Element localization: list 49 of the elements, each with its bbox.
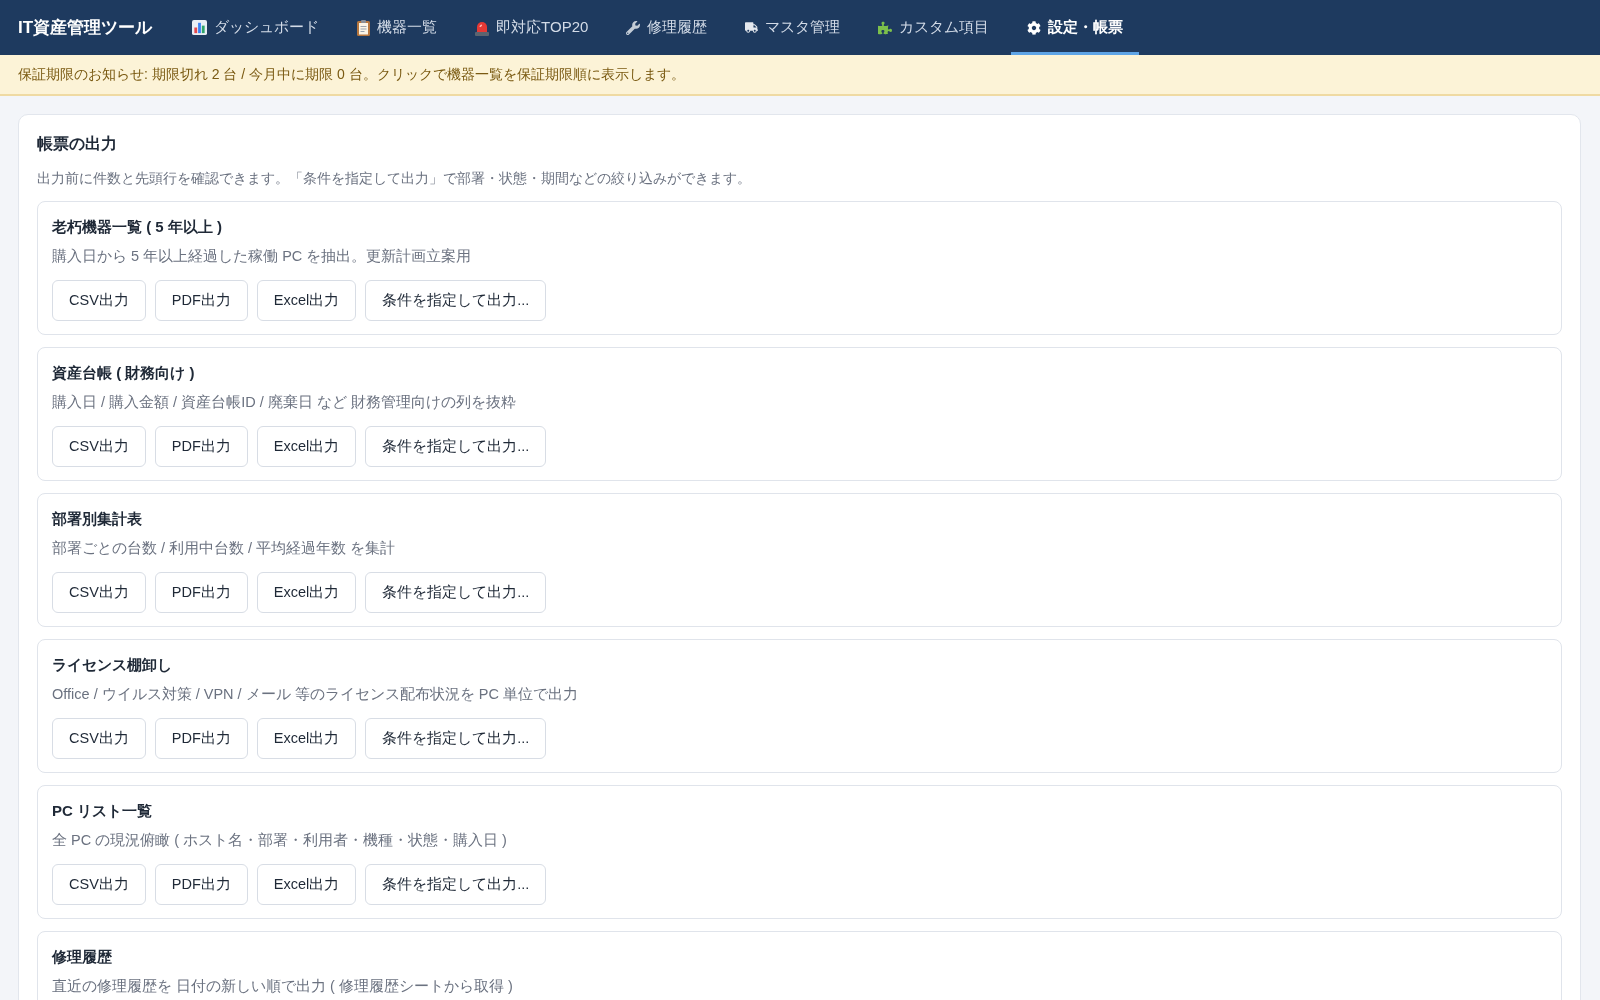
export-button[interactable]: 条件を指定して出力... (365, 718, 547, 759)
export-button[interactable]: PDF出力 (154, 572, 248, 613)
settings-icon (1027, 20, 1042, 35)
export-button[interactable]: 条件を指定して出力... (365, 280, 547, 321)
report-description: 部署ごとの台数 / 利用中台数 / 平均経過年数 を集計 (52, 539, 397, 558)
report-description: 購入日 / 購入金額 / 資産台帳ID / 廃棄日 など 財務管理向けの列を抜粋 (52, 393, 517, 412)
report-description: Office / ウイルス対策 / VPN / メール 等のライセンス配布状況を PC 単位で出力 (52, 685, 579, 704)
export-button[interactable]: 条件を指定して出力... (365, 572, 547, 613)
export-button[interactable]: PDF出力 (154, 426, 248, 467)
export-button[interactable]: Excel出力 (256, 280, 357, 321)
export-button[interactable]: CSV出力 (52, 572, 146, 613)
export-button[interactable]: Excel出力 (256, 426, 357, 467)
export-button[interactable]: Excel出力 (256, 864, 357, 905)
nav-tab[interactable]: 即対応TOP20 (459, 0, 605, 55)
puzzle-icon (878, 20, 893, 35)
export-button[interactable]: CSV出力 (52, 718, 146, 759)
report-title: ライセンス棚卸し (52, 655, 173, 675)
siren-icon (475, 19, 490, 36)
warranty-notice[interactable]: 保証期限のお知らせ: 期限切れ 2 台 / 今月中に期限 0 台。クリックで機器一覧を保証期限順に表示します。 (0, 55, 1600, 96)
report-description: 全 PC の現況俯瞰 ( ホスト名・部署・利用者・機種・状態・購入日 ) (52, 831, 508, 850)
app-title: IT資産管理ツール (18, 17, 153, 39)
report-title: 老朽機器一覧 ( 5 年以上 ) (52, 217, 223, 237)
export-button[interactable]: Excel出力 (256, 718, 357, 759)
nav-tab[interactable]: マスタ管理 (729, 0, 857, 55)
wrench-icon (626, 20, 641, 35)
report-title: 資産台帳 ( 財務向け ) (52, 363, 196, 383)
report-title: PC リスト一覧 (52, 801, 153, 821)
report-description: 購入日から 5 年以上経過した稼働 PC を抽出。更新計画立案用 (52, 247, 473, 266)
export-button[interactable]: 条件を指定して出力... (365, 426, 547, 467)
export-button[interactable]: PDF出力 (154, 718, 248, 759)
truck-icon (745, 21, 759, 34)
export-button[interactable]: PDF出力 (154, 864, 248, 905)
export-button[interactable]: 条件を指定して出力... (365, 864, 547, 905)
export-button[interactable]: Excel出力 (256, 572, 357, 613)
nav-tab[interactable]: ダッシュボード (176, 0, 336, 55)
bar-chart-icon (192, 20, 208, 35)
nav-tab[interactable]: カスタム項目 (862, 0, 1006, 55)
section-title: 帳票の出力 (37, 134, 118, 154)
nav-tab[interactable]: 修理履歴 (610, 0, 724, 55)
report-title: 修理履歴 (52, 947, 113, 967)
clipboard-icon (357, 19, 371, 36)
export-button[interactable]: PDF出力 (154, 280, 248, 321)
report-description: 直近の修理履歴を 日付の新しい順で出力 ( 修理履歴シートから取得 ) (52, 977, 514, 996)
export-button[interactable]: CSV出力 (52, 426, 146, 467)
export-button[interactable]: CSV出力 (52, 280, 146, 321)
report-title: 部署別集計表 (52, 509, 143, 529)
section-description: 出力前に件数と先頭行を確認できます。「条件を指定して出力」で部署・状態・期間などの絞り込みができます。 (37, 169, 752, 188)
nav-tab[interactable]: 機器一覧 (341, 0, 454, 55)
export-button[interactable]: CSV出力 (52, 864, 146, 905)
